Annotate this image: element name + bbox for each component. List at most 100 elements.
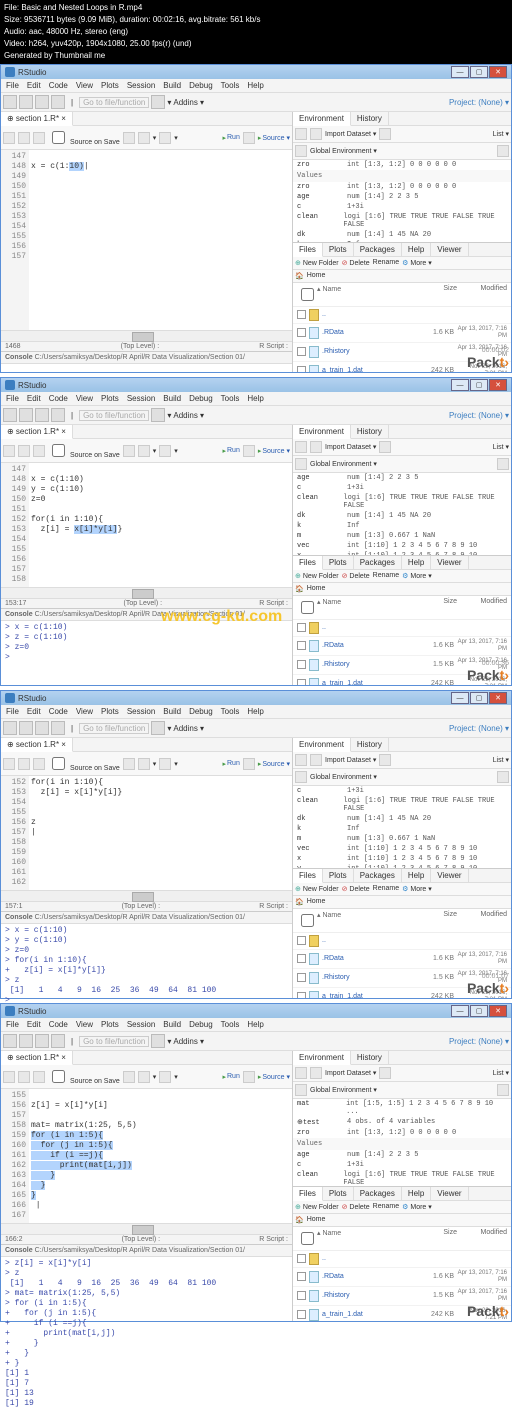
maximize-button[interactable]: ▢ — [470, 66, 488, 78]
tab-viewer[interactable]: Viewer — [431, 869, 468, 882]
run-button[interactable]: Run — [222, 447, 239, 455]
more-menu[interactable]: ⚙ More ▾ — [402, 1203, 432, 1211]
env-row[interactable]: xint [1:10] 1 2 3 4 5 6 7 8 9 10 — [293, 551, 511, 555]
goto-file[interactable]: Go to file/function — [79, 723, 149, 734]
source-tab[interactable]: ⊕ section 1.R* × — [1, 112, 73, 126]
menu-tools[interactable]: Tools — [218, 1019, 243, 1030]
checkbox[interactable] — [297, 328, 306, 337]
file-row[interactable]: .RData1.6 KBApr 13, 2017, 7:16 PM — [293, 1268, 511, 1287]
global-env-menu[interactable]: Global Environment ▾ — [310, 1086, 377, 1094]
env-row[interactable]: matint [1:5, 1:5] 1 2 3 4 5 6 7 8 9 10 .… — [293, 1099, 511, 1117]
save-ws-icon[interactable] — [310, 128, 322, 140]
source-tab[interactable]: ⊕ section 1.R* × — [1, 425, 73, 439]
menu-session[interactable]: Session — [124, 706, 158, 717]
global-env-menu[interactable]: Global Environment ▾ — [310, 147, 377, 155]
tab-plots[interactable]: Plots — [323, 556, 354, 569]
tab-files[interactable]: Files — [293, 869, 323, 883]
env-row[interactable]: vecint [1:10] 1 2 3 4 5 6 7 8 9 10 — [293, 844, 511, 854]
delete-button[interactable]: ⊘ Delete — [342, 885, 370, 893]
globe-icon[interactable] — [295, 458, 307, 470]
save-file-icon[interactable] — [33, 132, 45, 144]
print-icon[interactable] — [51, 1034, 65, 1048]
console-output[interactable]: > x = c(1:10) > z = c(1:10) > z=0 > — [1, 621, 292, 685]
menu-help[interactable]: Help — [244, 393, 266, 404]
checkbox[interactable] — [297, 992, 306, 998]
maximize-button[interactable]: ▢ — [470, 379, 488, 391]
tab-help[interactable]: Help — [402, 869, 431, 882]
code-editor[interactable]: 152 153 154 155 156 157 158 159 160 161 … — [1, 776, 292, 890]
menu-plots[interactable]: Plots — [98, 80, 122, 91]
menu-view[interactable]: View — [73, 1019, 96, 1030]
maximize-button[interactable]: ▢ — [470, 1005, 488, 1017]
save-icon[interactable] — [35, 408, 49, 422]
close-button[interactable]: ✕ — [489, 1005, 507, 1017]
source-tab[interactable]: ⊕ section 1.R* × — [1, 1051, 73, 1065]
menu-view[interactable]: View — [73, 80, 96, 91]
file-row[interactable]: .RData1.6 KBApr 13, 2017, 7:16 PM — [293, 637, 511, 656]
checkbox[interactable] — [297, 973, 306, 982]
more-menu[interactable]: ⚙ More ▾ — [402, 259, 432, 267]
open-icon[interactable] — [19, 721, 33, 735]
code-area[interactable]: x = c(1:10) y = c(1:10) z=0 for(i in 1:1… — [29, 463, 292, 587]
print-icon[interactable] — [51, 95, 65, 109]
source-button[interactable]: Source ▾ — [258, 1073, 290, 1081]
menu-help[interactable]: Help — [244, 706, 266, 717]
new-folder-button[interactable]: ⊕ New Folder — [295, 259, 339, 267]
home-label[interactable]: Home — [307, 898, 326, 905]
env-row[interactable]: xint [1:10] 1 2 3 4 5 6 7 8 9 10 — [293, 854, 511, 864]
col-name[interactable]: ▴ Name — [317, 911, 443, 930]
wand-icon[interactable] — [138, 132, 150, 144]
col-size[interactable]: Size — [443, 1229, 457, 1248]
scroll-thumb[interactable] — [132, 892, 154, 902]
close-button[interactable]: ✕ — [489, 66, 507, 78]
project-menu[interactable]: Project: (None) ▾ — [449, 411, 509, 420]
addins-menu[interactable]: Addins ▾ — [173, 1037, 204, 1046]
broom-icon[interactable] — [379, 1067, 391, 1079]
new-folder-button[interactable]: ⊕ New Folder — [295, 1203, 339, 1211]
tab-packages[interactable]: Packages — [354, 243, 402, 256]
fwd-icon[interactable] — [18, 445, 30, 457]
select-all-checkbox[interactable] — [301, 288, 314, 301]
globe-icon[interactable] — [295, 1084, 307, 1096]
global-env-menu[interactable]: Global Environment ▾ — [310, 773, 377, 781]
more-menu[interactable]: ⚙ More ▾ — [402, 572, 432, 580]
env-row[interactable]: zroint [1:3, 1:2] 0 0 0 0 0 0 — [293, 1128, 511, 1138]
env-row[interactable]: zroint [1:3, 1:2] 0 0 0 0 0 0 — [293, 160, 511, 170]
menu-debug[interactable]: Debug — [186, 1019, 216, 1030]
file-row-up[interactable]: .. — [293, 933, 511, 950]
scope-indicator[interactable]: (Top Level) : — [122, 1236, 161, 1243]
col-modified[interactable]: Modified — [457, 911, 507, 930]
fwd-icon[interactable] — [18, 758, 30, 770]
book-icon[interactable] — [159, 445, 171, 457]
import-dataset-menu[interactable]: Import Dataset ▾ — [325, 443, 376, 451]
env-row[interactable]: mnum [1:3] 0.667 1 NaN — [293, 834, 511, 844]
tab-help[interactable]: Help — [402, 1187, 431, 1200]
select-all-checkbox[interactable] — [301, 601, 314, 614]
scroll-thumb[interactable] — [132, 1225, 154, 1235]
code-area[interactable]: x = c(1:10)| — [29, 150, 292, 330]
addins-menu[interactable]: Addins ▾ — [173, 724, 204, 733]
grid-icon[interactable] — [151, 95, 165, 109]
load-icon[interactable] — [295, 754, 307, 766]
rename-button[interactable]: Rename — [373, 1203, 399, 1210]
checkbox[interactable] — [297, 623, 306, 632]
h-scrollbar[interactable] — [1, 1223, 292, 1234]
source-button[interactable]: Source ▾ — [258, 760, 290, 768]
menu-edit[interactable]: Edit — [24, 393, 44, 404]
scope-indicator[interactable]: (Top Level) : — [121, 343, 160, 350]
environment-list[interactable]: c1+3icleanlogi [1:6] TRUE TRUE TRUE FALS… — [293, 786, 511, 868]
menu-help[interactable]: Help — [244, 80, 266, 91]
globe-icon[interactable] — [295, 145, 307, 157]
title-bar[interactable]: RStudio — ▢ ✕ — [1, 691, 511, 705]
run-button[interactable]: Run — [222, 134, 239, 142]
env-row[interactable]: dknum [1:4] 1 45 NA 20 — [293, 511, 511, 521]
code-editor[interactable]: 147 148 149 150 151 152 153 154 155 156 … — [1, 150, 292, 330]
save-file-icon[interactable] — [33, 758, 45, 770]
back-icon[interactable] — [3, 1071, 15, 1083]
rerun-icon[interactable] — [243, 758, 255, 770]
env-row[interactable]: c1+3i — [293, 483, 511, 493]
code-area[interactable]: for(i in 1:10){ z[i] = x[i]*y[i]} z | — [29, 776, 292, 890]
addins-menu[interactable]: Addins ▾ — [173, 98, 204, 107]
tab-plots[interactable]: Plots — [323, 869, 354, 882]
checkbox[interactable] — [297, 660, 306, 669]
